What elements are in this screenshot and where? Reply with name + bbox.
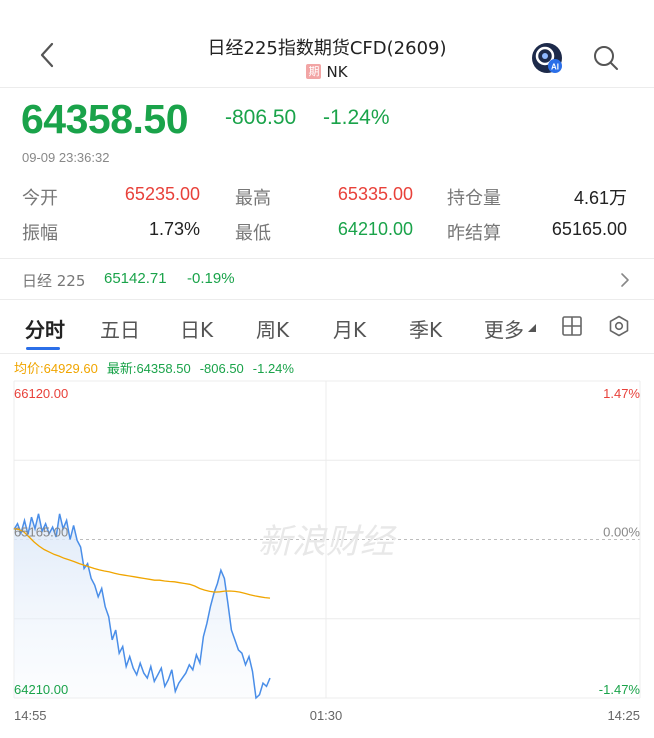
top-bar: 日经225指数期货CFD(2609) 期 NK AI: [0, 0, 654, 88]
caret-down-icon: [528, 324, 536, 332]
x-tick-start: 14:55: [14, 708, 47, 723]
price-area-fill: [14, 513, 270, 698]
x-tick-mid: 01:30: [310, 708, 343, 723]
chart-period-tabs: 分时 五日 日K 周K 月K 季K 更多: [0, 300, 654, 354]
tab-intraday[interactable]: 分时: [25, 314, 65, 343]
tab-five-day[interactable]: 五日: [100, 314, 140, 343]
prev-settle-value: 65165.00: [551, 219, 627, 239]
y-tick-right-high: 1.47%: [603, 386, 640, 401]
related-index-row[interactable]: 日经 225 65142.71 -0.19%: [0, 258, 654, 300]
low-value: 64210.00: [337, 219, 413, 239]
price-change: -806.50: [225, 106, 297, 129]
legend-average-price: 均价:64929.60: [14, 361, 98, 376]
y-tick-right-low: -1.47%: [599, 682, 641, 697]
chart-legend: 均价:64929.60 最新:64358.50 -806.50 -1.24%: [14, 358, 294, 377]
tab-quarterly-k[interactable]: 季K: [409, 314, 442, 343]
search-icon[interactable]: [592, 44, 620, 72]
price-change-percent: -1.24%: [323, 106, 390, 129]
futures-tag: 期: [306, 64, 322, 79]
intraday-chart[interactable]: 新浪财经 66120.00 65165.00 64210.00 1.47% 0.00% -…: [0, 378, 654, 738]
amplitude-label: 振幅: [22, 223, 58, 244]
legend-change-percent: -1.24%: [252, 361, 294, 376]
index-value: 65142.71: [104, 270, 167, 287]
watermark: 新浪财经: [258, 522, 397, 562]
grid-layout-icon[interactable]: [561, 315, 583, 337]
low-label: 最低: [235, 223, 271, 244]
code-label: NK: [326, 63, 348, 81]
ai-assistant-icon[interactable]: AI: [530, 41, 564, 75]
open-interest-label: 持仓量: [447, 188, 501, 209]
y-tick-right-mid: 0.00%: [603, 525, 640, 540]
legend-change: -806.50: [199, 361, 244, 376]
open-interest-value: 4.61万: [573, 188, 627, 208]
x-tick-end: 14:25: [607, 708, 640, 723]
y-tick-left-high: 66120.00: [14, 386, 68, 401]
tab-weekly-k[interactable]: 周K: [256, 314, 289, 343]
chevron-right-icon: [621, 273, 629, 287]
open-label: 今开: [22, 188, 58, 209]
prev-settle-label: 昨结算: [447, 223, 501, 244]
amplitude-value: 1.73%: [148, 219, 200, 239]
y-tick-left-mid: 65165.00: [14, 525, 68, 540]
open-value: 65235.00: [124, 184, 200, 204]
quote-time: 09-09 23:36:32: [22, 150, 110, 165]
index-name: 日经 225: [22, 272, 86, 290]
tab-more[interactable]: 更多: [484, 314, 524, 343]
high-value: 65335.00: [337, 184, 413, 204]
legend-latest-price: 最新:64358.50: [106, 361, 191, 376]
svg-text:AI: AI: [551, 63, 559, 72]
tab-daily-k[interactable]: 日K: [180, 314, 213, 343]
settings-icon[interactable]: [608, 315, 630, 337]
active-tab-indicator: [26, 347, 60, 350]
last-price: 64358.50: [21, 96, 189, 142]
y-tick-left-low: 64210.00: [14, 682, 68, 697]
tab-monthly-k[interactable]: 月K: [333, 314, 366, 343]
high-label: 最高: [235, 188, 271, 209]
index-change-percent: -0.19%: [187, 270, 235, 287]
